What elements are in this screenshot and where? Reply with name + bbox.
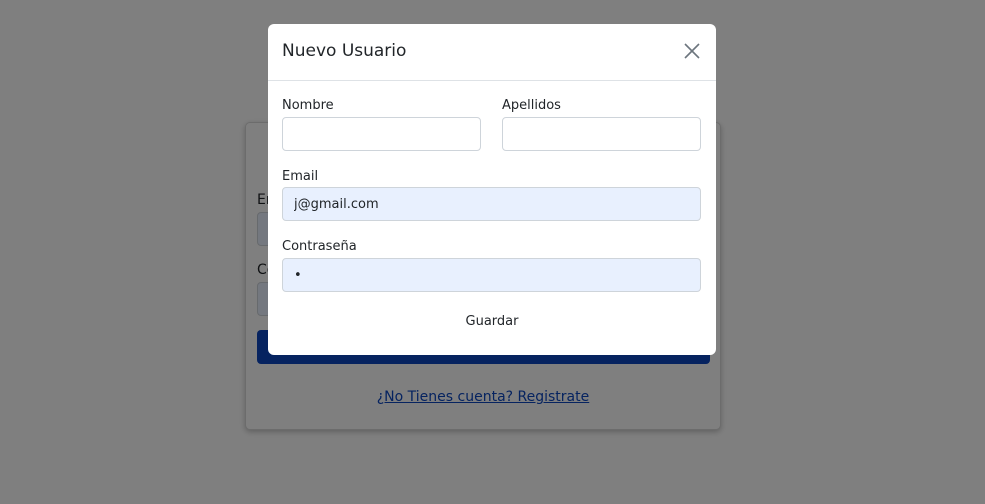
- last-name-label: Apellidos: [502, 98, 561, 113]
- first-name-label: Nombre: [282, 98, 334, 113]
- email-field[interactable]: [282, 187, 701, 221]
- modal-header: Nuevo Usuario: [268, 24, 716, 81]
- password-label: Contraseña: [282, 239, 357, 254]
- last-name-field[interactable]: [502, 117, 701, 151]
- close-icon: [684, 43, 700, 59]
- first-name-field[interactable]: [282, 117, 481, 151]
- new-user-modal: Nuevo Usuario Nombre Apellidos Email Con…: [268, 24, 716, 355]
- email-label: Email: [282, 169, 319, 184]
- close-button[interactable]: [682, 41, 702, 61]
- modal-title: Nuevo Usuario: [282, 41, 407, 61]
- save-button[interactable]: Guardar: [268, 314, 716, 329]
- page: En Co ¿No Tienes cuenta? Registrate Nuev…: [0, 0, 985, 504]
- password-field[interactable]: [282, 258, 701, 292]
